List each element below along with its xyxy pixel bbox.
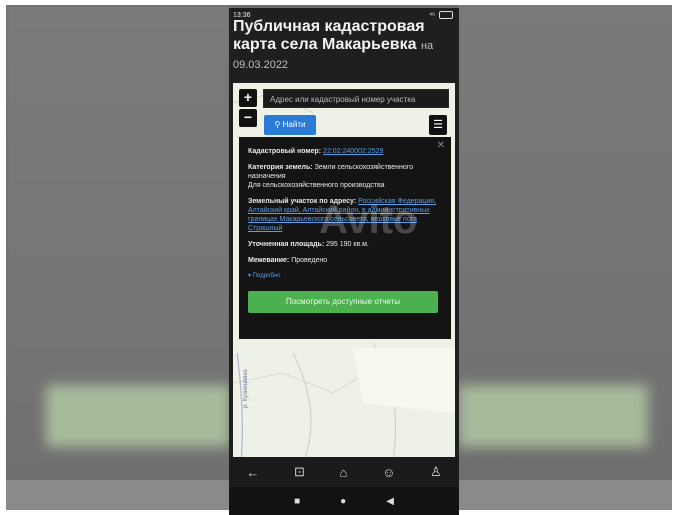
zoom-in-button[interactable]: +: [239, 89, 257, 107]
close-icon[interactable]: ✕: [437, 141, 445, 151]
browser-bottom-nav: ← ⊡ ⌂ ☺ ♙: [229, 457, 459, 487]
find-button-label: Найти: [282, 120, 306, 129]
back-arrow-icon[interactable]: ←: [246, 465, 259, 480]
back-triangle-icon[interactable]: ◀: [386, 496, 394, 507]
area-label: Уточненная площадь:: [248, 241, 325, 248]
survey-label: Межевание:: [248, 257, 290, 264]
home-icon[interactable]: ⌂: [340, 465, 348, 480]
details-link[interactable]: ▾ Подробно: [248, 272, 442, 281]
recents-icon[interactable]: ■: [294, 496, 300, 507]
profile-icon[interactable]: ♙: [430, 464, 442, 480]
watermark: Avito: [319, 198, 418, 242]
hamburger-icon[interactable]: ☰: [429, 115, 447, 135]
land-category-row: Категория земель: Земли сельскохозяйстве…: [248, 163, 442, 190]
survey-row: Межевание: Проведено: [248, 256, 442, 265]
land-usage-value: Для сельскохозяйственного производства: [248, 182, 385, 189]
cadastral-number-label: Кадастровый номер:: [248, 148, 322, 155]
river-label: р. Кузнецовка: [243, 369, 249, 408]
land-category-label: Категория земель:: [248, 164, 313, 171]
blurred-band-right: [458, 385, 648, 447]
gamepad-icon[interactable]: ☺: [382, 465, 395, 480]
search-input[interactable]: Адрес или кадастровый номер участка: [263, 89, 449, 108]
home-button-icon[interactable]: ●: [340, 496, 346, 507]
survey-value: Проведено: [291, 257, 328, 264]
cadastral-number-link[interactable]: 22:02:240002:2529: [323, 148, 383, 155]
phone-screen: 13:36 ⁴⁶ Публичная кадастровая карта сел…: [229, 8, 459, 515]
search-icon: ⚲: [274, 120, 281, 129]
book-icon[interactable]: ⊡: [294, 464, 305, 480]
zoom-out-button[interactable]: −: [239, 109, 257, 127]
page-title: Публичная кадастровая карта села Макарье…: [233, 18, 455, 74]
cadastral-map[interactable]: + − Адрес или кадастровый номер участка …: [233, 83, 455, 463]
system-nav-bar: ■ ● ◀: [229, 487, 459, 515]
find-button[interactable]: ⚲ Найти: [264, 115, 316, 135]
page-title-text: Публичная кадастровая карта села Макарье…: [233, 18, 425, 53]
blurred-band-left: [46, 385, 230, 447]
cadastral-number-row: Кадастровый номер: 22:02:240002:2529: [248, 147, 442, 156]
view-reports-button[interactable]: Посмотреть доступные отчеты: [248, 291, 438, 313]
